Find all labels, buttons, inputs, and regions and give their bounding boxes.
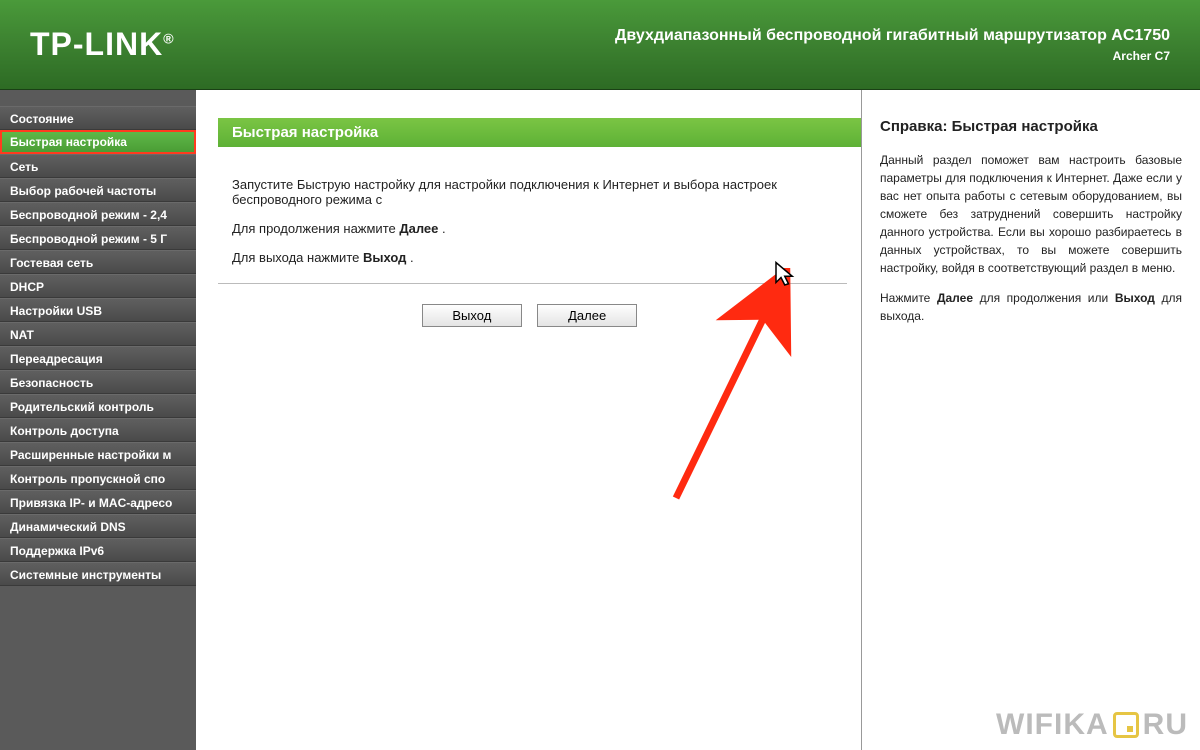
- sidebar-item-5[interactable]: Беспроводной режим - 5 Г: [0, 226, 196, 250]
- t2b: Далее: [399, 221, 438, 236]
- t3c: .: [406, 250, 413, 265]
- logo-text: TP-LINK: [30, 26, 163, 62]
- exit-button[interactable]: Выход: [422, 304, 522, 327]
- hp2c: для продолжения или: [973, 291, 1115, 305]
- divider: [218, 283, 847, 284]
- help-p1: Данный раздел поможет вам настроить базо…: [880, 151, 1182, 277]
- next-button[interactable]: Далее: [537, 304, 637, 327]
- continue-text: Для продолжения нажмите Далее .: [232, 221, 847, 236]
- product-title: Двухдиапазонный беспроводной гигабитный …: [615, 27, 1170, 45]
- sidebar-item-15[interactable]: Контроль пропускной спо: [0, 466, 196, 490]
- page-heading: Быстрая настройка: [218, 118, 861, 147]
- header-product-info: Двухдиапазонный беспроводной гигабитный …: [615, 27, 1170, 63]
- sidebar-item-6[interactable]: Гостевая сеть: [0, 250, 196, 274]
- sidebar-item-1[interactable]: Быстрая настройка: [0, 130, 196, 154]
- sidebar-spacer: [0, 90, 196, 106]
- sidebar-item-2[interactable]: Сеть: [0, 154, 196, 178]
- hp2d: Выход: [1115, 291, 1155, 305]
- sidebar-item-4[interactable]: Беспроводной режим - 2,4: [0, 202, 196, 226]
- sidebar-item-19[interactable]: Системные инструменты: [0, 562, 196, 586]
- sidebar-item-0[interactable]: Состояние: [0, 106, 196, 130]
- help-p2: Нажмите Далее для продолжения или Выход …: [880, 289, 1182, 325]
- help-body: Данный раздел поможет вам настроить базо…: [880, 151, 1182, 325]
- t2a: Для продолжения нажмите: [232, 221, 399, 236]
- sidebar-item-8[interactable]: Настройки USB: [0, 298, 196, 322]
- watermark-icon: [1113, 712, 1139, 738]
- sidebar-item-16[interactable]: Привязка IP- и MAC-адресо: [0, 490, 196, 514]
- logo-registered: ®: [163, 30, 174, 46]
- intro-text: Запустите Быструю настройку для настройк…: [232, 177, 847, 207]
- watermark-part2: RU: [1143, 708, 1188, 742]
- main-panel: Быстрая настройка Запустите Быструю наст…: [196, 90, 862, 750]
- button-row: Выход Далее: [218, 304, 861, 327]
- hp2b: Далее: [937, 291, 973, 305]
- sidebar-item-17[interactable]: Динамический DNS: [0, 514, 196, 538]
- header: TP-LINK® Двухдиапазонный беспроводной ги…: [0, 0, 1200, 90]
- sidebar-item-3[interactable]: Выбор рабочей частоты: [0, 178, 196, 202]
- sidebar-item-14[interactable]: Расширенные настройки м: [0, 442, 196, 466]
- exit-text: Для выхода нажмите Выход .: [232, 250, 847, 265]
- product-model: Archer C7: [615, 49, 1170, 63]
- sidebar-item-11[interactable]: Безопасность: [0, 370, 196, 394]
- logo: TP-LINK®: [30, 26, 175, 63]
- sidebar-item-7[interactable]: DHCP: [0, 274, 196, 298]
- watermark-part1: WIFIKA: [996, 708, 1109, 742]
- t3b: Выход: [363, 250, 406, 265]
- sidebar-item-10[interactable]: Переадресация: [0, 346, 196, 370]
- t3a: Для выхода нажмите: [232, 250, 363, 265]
- help-panel: Справка: Быстрая настройка Данный раздел…: [862, 90, 1200, 750]
- hp2a: Нажмите: [880, 291, 937, 305]
- t2c: .: [438, 221, 445, 236]
- sidebar-item-9[interactable]: NAT: [0, 322, 196, 346]
- sidebar: СостояниеБыстрая настройкаСетьВыбор рабо…: [0, 90, 196, 750]
- sidebar-item-18[interactable]: Поддержка IPv6: [0, 538, 196, 562]
- content-text: Запустите Быструю настройку для настройк…: [218, 177, 861, 265]
- sidebar-item-13[interactable]: Контроль доступа: [0, 418, 196, 442]
- watermark: WIFIKA RU: [996, 708, 1188, 742]
- content-container: СостояниеБыстрая настройкаСетьВыбор рабо…: [0, 90, 1200, 750]
- sidebar-item-12[interactable]: Родительский контроль: [0, 394, 196, 418]
- help-title: Справка: Быстрая настройка: [880, 118, 1182, 135]
